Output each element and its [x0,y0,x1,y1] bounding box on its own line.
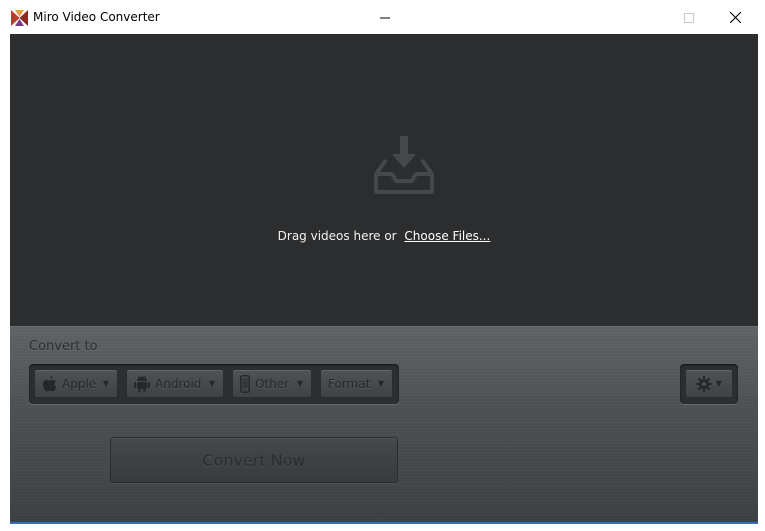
minimize-icon [380,8,390,27]
android-dropdown-button[interactable]: Android ▼ [126,369,224,398]
phone-icon [240,374,250,393]
apple-dropdown-button[interactable]: Apple ▼ [34,369,118,398]
settings-dropdown-button[interactable]: ▼ [685,369,733,398]
other-dropdown-button[interactable]: Other ▼ [232,369,312,398]
convert-to-label: Convert to [29,339,98,354]
drop-zone[interactable]: Drag videos here or Choose Files... [10,34,758,326]
format-dropdown-button[interactable]: Format ▼ [320,369,393,398]
close-icon [729,8,741,27]
drop-prompt: Drag videos here or Choose Files... [10,229,758,243]
gear-icon [696,376,712,396]
other-label: Other [255,376,290,391]
minimize-button[interactable] [362,0,408,34]
convert-now-label: Convert Now [202,450,306,470]
chevron-down-icon: ▼ [208,379,215,388]
settings-group: ▼ [680,364,738,404]
chevron-down-icon: ▼ [715,379,722,388]
android-label: Android [155,376,202,391]
chevron-down-icon: ▼ [102,379,109,388]
chevron-down-icon: ▼ [296,379,303,388]
app-window: Miro Video Converter Drag videos here or… [0,0,765,531]
title-bar[interactable]: Miro Video Converter [0,0,765,34]
chevron-down-icon: ▼ [377,379,384,388]
choose-files-link[interactable]: Choose Files... [404,229,490,243]
window-title: Miro Video Converter [33,10,160,24]
window-bottom-border [10,522,758,524]
device-selector-group: Apple ▼ Android ▼ Other ▼ Format ▼ [29,364,399,404]
convert-now-button[interactable]: Convert Now [110,437,398,483]
maximize-icon [684,8,694,27]
inbox-download-icon [372,134,436,196]
close-button[interactable] [712,0,758,34]
android-icon [134,374,150,393]
miro-logo-icon [11,10,28,26]
maximize-button[interactable] [666,0,712,34]
apple-icon [42,375,57,392]
drop-prompt-text: Drag videos here or [277,229,397,243]
apple-label: Apple [62,376,97,391]
convert-panel: Convert to Apple ▼ Android ▼ Other ▼ For… [10,326,758,522]
format-label: Format [328,376,371,391]
